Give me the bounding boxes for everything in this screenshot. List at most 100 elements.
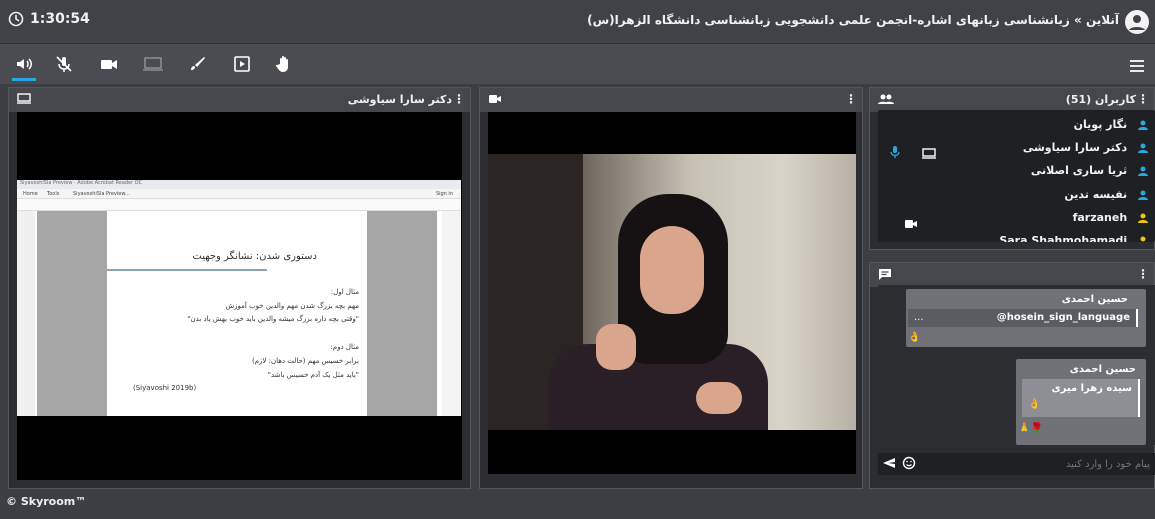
chat-icon <box>878 268 892 284</box>
user-row[interactable]: Sara Shahmohamadi <box>999 234 1149 242</box>
chat-message: حسین احمدی سیده زهرا میری 👌 🌹🙏 <box>1016 359 1146 445</box>
menu-icon[interactable] <box>1129 58 1145 77</box>
chat-panel-header: ⋮ <box>870 263 1154 287</box>
clock-icon <box>8 11 24 27</box>
page-gutter-left <box>37 211 107 416</box>
chat-sender: حسین احمدی <box>1061 294 1128 305</box>
screen-share-icon[interactable] <box>141 52 165 76</box>
screen-share-view: SiyavoshiSla Preview · Adobe Acrobat Rea… <box>17 112 462 480</box>
panel-menu-icon[interactable]: ⋮ <box>1137 92 1149 106</box>
slide-page: دستوری شدن: نشانگر وجهیت مثال اول: مهم ب… <box>107 211 367 416</box>
user-name: ثریا ساری اصلانی <box>1030 164 1128 177</box>
chat-panel: ⋮ حسین احمدی hosein_sign_language@ ... 👌… <box>869 262 1155 489</box>
slide-divider <box>107 269 267 271</box>
viewer-tab-doc[interactable]: SiyavoshiSla Preview... <box>73 191 130 197</box>
top-bar: 1:30:54 آنلاین » زبانشناسی زبانهای اشاره… <box>0 0 1155 44</box>
chat-input-bar <box>878 453 1155 475</box>
presentation-panel-header: ⋮ دکتر سارا سیاوشی <box>9 88 470 112</box>
pdf-viewer: SiyavoshiSla Preview · Adobe Acrobat Rea… <box>17 180 461 416</box>
chat-message-body: hosein_sign_language@ ... <box>908 309 1138 327</box>
user-icon <box>1138 166 1148 176</box>
send-icon[interactable] <box>882 457 896 472</box>
viewer-tab-home[interactable]: Home <box>23 191 38 197</box>
user-name: farzaneh <box>1072 211 1128 224</box>
viewer-toolbar <box>17 199 461 211</box>
chat-messages: حسین احمدی hosein_sign_language@ ... 👌 ح… <box>878 285 1155 445</box>
user-row[interactable]: دکتر سارا سیاوشی <box>1023 141 1149 163</box>
user-row[interactable]: نفیسه تدین <box>1064 188 1149 210</box>
users-icon <box>878 93 894 108</box>
example1-label: مثال اول: <box>330 288 359 296</box>
user-icon <box>1138 190 1148 200</box>
chat-quote: سیده زهرا میری 👌 <box>1022 379 1140 417</box>
person-hand-right <box>696 382 742 414</box>
example2-label: مثال دوم: <box>330 343 360 351</box>
example1-line2: "وقتی بچه داره بزرگ میشه والدین باید خوب… <box>187 315 359 323</box>
chat-sender: حسین احمدی <box>1069 364 1136 375</box>
video-view <box>488 112 856 474</box>
user-mic-icon <box>890 144 900 163</box>
user-icon <box>1138 120 1148 130</box>
slide-citation: (Siyavoshi 2019b) <box>133 384 197 392</box>
viewer-tab-tools[interactable]: Tools <box>47 191 59 197</box>
quote-text: سیده زهرا میری <box>1051 383 1132 394</box>
example2-line1: برابر خسیس مهم (حالت دهان: لازم) <box>251 357 359 365</box>
users-panel-header: ⋮ کاربران (51) <box>870 88 1154 112</box>
account-icon[interactable] <box>1125 10 1149 34</box>
viewer-sign-in[interactable]: Sign in <box>436 191 453 197</box>
person-hand-left <box>596 324 636 370</box>
panel-menu-icon[interactable]: ⋮ <box>453 92 465 106</box>
users-count: کاربران (51) <box>1065 93 1136 106</box>
page-gutter-right <box>367 211 437 416</box>
user-name: دکتر سارا سیاوشی <box>1022 141 1128 154</box>
video-camera-icon <box>488 93 502 108</box>
chat-emoji: 🌹🙏 <box>1018 423 1043 434</box>
user-icon <box>1140 236 1146 242</box>
brush-icon[interactable] <box>186 52 210 76</box>
active-indicator <box>12 78 36 81</box>
presentation-panel: ⋮ دکتر سارا سیاوشی SiyavoshiSla Preview … <box>8 87 471 489</box>
user-screen-icon <box>922 145 936 164</box>
chat-ellipsis: ... <box>914 312 924 323</box>
emoji-icon[interactable] <box>902 456 916 473</box>
raise-hand-icon[interactable] <box>272 52 296 76</box>
user-row[interactable]: نگار پویان <box>1074 118 1149 140</box>
viewer-titlebar: SiyavoshiSla Preview · Adobe Acrobat Rea… <box>17 180 461 189</box>
brand-label: © Skyroom™ <box>6 495 87 508</box>
quote-emoji: 👌 <box>1028 399 1041 410</box>
user-camera-icon <box>904 215 918 234</box>
camera-panel-header: ⋮ <box>480 88 862 112</box>
toolbar <box>0 44 1155 84</box>
camera-icon[interactable] <box>97 52 121 76</box>
panel-menu-icon[interactable]: ⋮ <box>1137 267 1149 281</box>
user-icon <box>1138 143 1148 153</box>
user-name: Sara Shahmohamadi <box>999 234 1128 242</box>
chat-emoji: 👌 <box>908 332 921 343</box>
user-row[interactable]: ثریا ساری اصلانی <box>1031 164 1149 186</box>
user-icon <box>1138 213 1148 223</box>
viewer-right-tools <box>442 211 461 416</box>
user-row[interactable]: farzaneh <box>1073 211 1149 233</box>
panel-menu-icon[interactable]: ⋮ <box>845 92 857 106</box>
chat-input[interactable] <box>924 454 1150 474</box>
room-title: آنلاین » زبانشناسی زبانهای اشاره-انجمن ع… <box>587 13 1119 27</box>
person-face <box>640 226 704 314</box>
chat-message: حسین احمدی hosein_sign_language@ ... 👌 <box>906 289 1146 347</box>
chat-text: hosein_sign_language@ <box>996 312 1130 323</box>
user-name: نگار پویان <box>1073 118 1128 131</box>
viewer-tabs: Home Tools SiyavoshiSla Preview... Sign … <box>17 189 461 199</box>
example2-line2: "باید مثل یک آدم خسیس باشد" <box>267 371 359 379</box>
users-panel: ⋮ کاربران (51) نگار پویان دکتر سارا سیاو… <box>869 87 1155 250</box>
speaker-icon[interactable] <box>12 52 36 76</box>
camera-panel: ⋮ <box>479 87 863 489</box>
users-list: نگار پویان دکتر سارا سیاوشی ثریا ساری اص… <box>878 110 1155 242</box>
user-name: نفیسه تدین <box>1064 188 1128 201</box>
presenter-name: دکتر سارا سیاوشی <box>347 93 452 106</box>
example1-line1: مهم بچه بزرگ شدن مهم والدین خوب آموزش <box>225 302 359 310</box>
play-icon[interactable] <box>230 52 254 76</box>
mic-off-icon[interactable] <box>52 52 76 76</box>
slide-heading: دستوری شدن: نشانگر وجهیت <box>192 251 317 262</box>
viewer-left-rail <box>17 211 35 416</box>
screen-icon <box>17 93 31 108</box>
footer: © Skyroom™ <box>0 491 1155 513</box>
